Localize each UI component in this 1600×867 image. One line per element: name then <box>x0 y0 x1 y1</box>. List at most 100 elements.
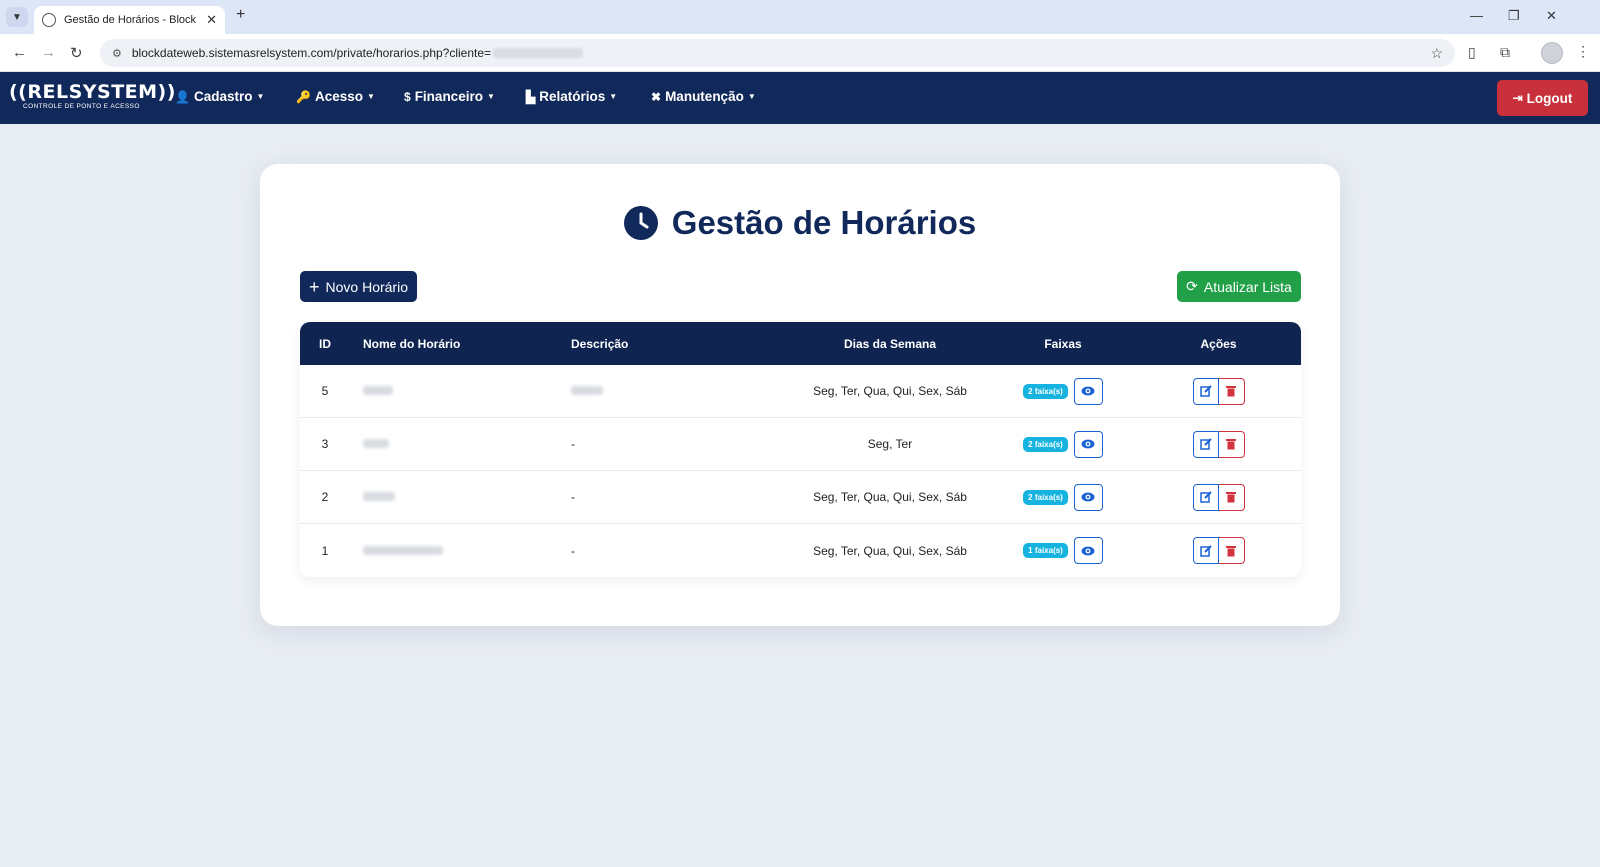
cell-faixas: 1 faixa(s) <box>990 537 1136 564</box>
delete-button[interactable] <box>1218 483 1245 511</box>
close-tab-icon[interactable]: ✕ <box>206 12 217 28</box>
menu-acesso[interactable]: 🔑 Acesso ▼ <box>296 89 375 104</box>
header-descricao: Descrição <box>571 336 629 351</box>
plus-icon: + <box>309 276 320 297</box>
edit-button[interactable] <box>1192 430 1219 458</box>
edit-button[interactable] <box>1192 377 1219 405</box>
menu-relatorios[interactable]: ▙ Relatórios ▼ <box>526 89 617 104</box>
cell-faixas: 2 faixa(s) <box>990 483 1136 511</box>
browser-tab-bar: ▼ Gestão de Horários - Block Dat ✕ + — ❐… <box>0 0 1600 34</box>
url-input[interactable]: ⚙ blockdateweb.sistemasrelsystem.com/pri… <box>100 39 1455 67</box>
cell-descricao: - <box>571 437 575 451</box>
new-schedule-label: Novo Horário <box>325 278 408 295</box>
cell-nome-redacted <box>350 490 558 504</box>
cell-id: 1 <box>321 543 329 558</box>
edit-button[interactable] <box>1192 483 1219 511</box>
trash-icon <box>1226 545 1236 556</box>
profile-avatar[interactable] <box>1541 42 1563 64</box>
site-info-icon[interactable]: ⚙ <box>112 47 122 60</box>
close-window-button[interactable]: ✕ <box>1546 8 1557 24</box>
new-schedule-button[interactable]: + Novo Horário <box>300 271 417 302</box>
cell-faixas: 2 faixa(s) <box>990 377 1136 405</box>
table-row: 2 - Seg, Ter, Qua, Qui, Sex, Sáb 2 faixa… <box>300 471 1301 524</box>
cell-descricao-redacted <box>558 384 790 398</box>
table-row: 1 - Seg, Ter, Qua, Qui, Sex, Sáb 1 faixa… <box>300 524 1301 577</box>
table-row: 5 Seg, Ter, Qua, Qui, Sex, Sáb 2 faixa(s… <box>300 365 1301 418</box>
refresh-icon: ⟳ <box>1186 278 1198 294</box>
menu-relatorios-label: Relatórios <box>539 89 606 104</box>
reading-list-icon[interactable]: ▯ <box>1468 44 1476 61</box>
eye-icon <box>1081 386 1095 396</box>
menu-cadastro-label: Cadastro <box>193 89 253 104</box>
eye-icon <box>1081 492 1095 502</box>
menu-acesso-label: Acesso <box>314 89 363 104</box>
action-group <box>1192 483 1245 511</box>
menu-financeiro[interactable]: $ Financeiro ▼ <box>404 89 495 104</box>
schedules-table: ID Nome do Horário Descrição Dias da Sem… <box>300 322 1301 577</box>
tab-list-button[interactable]: ▼ <box>6 7 28 27</box>
delete-button[interactable] <box>1218 537 1245 564</box>
view-faixas-button[interactable] <box>1073 537 1103 564</box>
refresh-list-button[interactable]: ⟳ Atualizar Lista <box>1177 271 1301 302</box>
cell-dias: Seg, Ter, Qua, Qui, Sex, Sáb <box>813 543 967 558</box>
user-plus-icon: 👤 <box>175 89 190 104</box>
bookmark-star-icon[interactable]: ☆ <box>1430 45 1443 62</box>
cell-id: 5 <box>321 384 329 398</box>
table-header: ID Nome do Horário Descrição Dias da Sem… <box>300 322 1301 365</box>
address-bar-row: ← → ↻ ⚙ blockdateweb.sistemasrelsystem.c… <box>0 34 1600 72</box>
new-tab-button[interactable]: + <box>236 6 245 24</box>
menu-manutencao[interactable]: ✖ Manutenção ▼ <box>651 89 756 104</box>
cell-id: 3 <box>321 437 329 451</box>
edit-icon <box>1199 438 1212 450</box>
view-faixas-button[interactable] <box>1073 430 1103 458</box>
relsystem-logo[interactable]: ((RELSYSTEM)) CONTROLE DE PONTO E ACESSO <box>9 81 176 114</box>
dollar-icon: $ <box>404 89 411 104</box>
cell-id: 2 <box>321 490 329 504</box>
app-navbar: ((RELSYSTEM)) CONTROLE DE PONTO E ACESSO… <box>0 72 1600 124</box>
cell-faixas: 2 faixa(s) <box>990 430 1136 458</box>
cell-descricao: - <box>571 490 575 504</box>
menu-financeiro-label: Financeiro <box>414 89 483 104</box>
forward-button[interactable]: → <box>41 44 56 61</box>
delete-button[interactable] <box>1218 377 1245 405</box>
cell-acoes <box>1136 430 1301 458</box>
page-heading: Gestão de Horários <box>671 204 977 241</box>
delete-button[interactable] <box>1218 430 1245 458</box>
header-dias: Dias da Semana <box>843 336 937 351</box>
page-title: Gestão de Horários <box>260 204 1340 242</box>
minimize-button[interactable]: — <box>1470 8 1483 23</box>
edit-icon <box>1199 385 1212 397</box>
chart-icon: ▙ <box>526 89 536 104</box>
view-faixas-button[interactable] <box>1073 377 1103 405</box>
cell-acoes <box>1136 377 1301 405</box>
restore-button[interactable]: ❐ <box>1508 8 1520 24</box>
edit-icon <box>1199 544 1212 557</box>
trash-icon <box>1226 386 1236 397</box>
logout-button[interactable]: ⇥ Logout <box>1497 80 1588 116</box>
caret-down-icon: ▼ <box>366 92 375 101</box>
logout-label: Logout <box>1526 90 1573 106</box>
header-acoes: Ações <box>1200 336 1237 351</box>
caret-down-icon: ▼ <box>256 92 265 101</box>
back-button[interactable]: ← <box>12 44 27 61</box>
view-faixas-button[interactable] <box>1073 483 1103 511</box>
clock-icon <box>623 206 658 240</box>
cell-dias: Seg, Ter <box>867 437 913 451</box>
browser-tab-active[interactable]: Gestão de Horários - Block Dat ✕ <box>34 6 225 34</box>
cell-nome-redacted <box>350 384 558 398</box>
faixas-badge: 2 faixa(s) <box>1023 436 1068 452</box>
trash-icon <box>1226 439 1236 450</box>
logo-text: ((RELSYSTEM)) <box>9 81 176 103</box>
edit-icon <box>1199 491 1212 503</box>
reload-button[interactable]: ↻ <box>70 44 83 62</box>
trash-icon <box>1226 492 1236 503</box>
menu-cadastro[interactable]: 👤 Cadastro ▼ <box>175 89 264 104</box>
header-faixas: Faixas <box>1044 336 1082 351</box>
edit-button[interactable] <box>1192 537 1219 564</box>
tools-icon: ✖ <box>651 89 662 104</box>
globe-icon <box>42 13 56 27</box>
browser-menu-icon[interactable]: ⋮ <box>1576 43 1590 60</box>
key-icon: 🔑 <box>296 89 311 104</box>
eye-icon <box>1081 546 1095 555</box>
extensions-icon[interactable]: ⧉ <box>1500 44 1510 61</box>
